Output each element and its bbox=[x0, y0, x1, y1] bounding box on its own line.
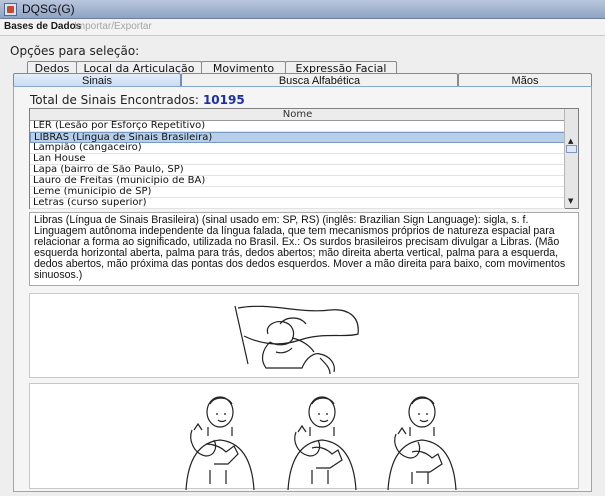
table-row[interactable]: Letras (curso superior) bbox=[30, 198, 565, 209]
window-title: DQSG(G) bbox=[22, 2, 75, 16]
scroll-up-icon[interactable]: ▲ bbox=[568, 137, 573, 145]
sign-illustration bbox=[29, 293, 579, 378]
total-count: 10195 bbox=[202, 93, 245, 107]
table-row[interactable]: Lapa (bairro de São Paulo, SP) bbox=[30, 165, 565, 176]
flag-person-illustration bbox=[234, 305, 359, 375]
table-row[interactable]: Lauro de Freitas (município de BA) bbox=[30, 176, 565, 187]
menu-bases-de-dados[interactable]: Bases de Dados bbox=[4, 21, 81, 32]
menu-importar-exportar[interactable]: Importar/Exportar bbox=[74, 21, 152, 32]
table-row[interactable]: LER (Lesão por Esforço Repetitivo) bbox=[30, 121, 565, 132]
column-header-nome[interactable]: Nome bbox=[30, 109, 565, 121]
sign-movement-illustration bbox=[29, 383, 579, 490]
sign-definition: Libras (Língua de Sinais Brasileira) (si… bbox=[29, 212, 579, 286]
selection-options-label: Opções para seleção: bbox=[10, 44, 140, 58]
three-step-sign-illustration bbox=[185, 396, 457, 490]
table-row[interactable]: Leme (município de SP) bbox=[30, 187, 565, 198]
table-row[interactable]: Lan House bbox=[30, 154, 565, 165]
table-row[interactable]: Lampião (cangaceiro) bbox=[30, 143, 565, 154]
scroll-thumb[interactable] bbox=[566, 145, 577, 153]
total-label: Total de Sinais Encontrados: bbox=[30, 93, 199, 107]
signs-table: Nome LER (Lesão por Esforço Repetitivo) … bbox=[29, 108, 579, 209]
table-rows: LER (Lesão por Esforço Repetitivo) LIBRA… bbox=[30, 121, 565, 209]
total-signs: Total de Sinais Encontrados: 10195 bbox=[30, 93, 245, 107]
title-bar: DQSG(G) bbox=[0, 0, 605, 19]
table-row-selected[interactable]: LIBRAS (Língua de Sinais Brasileira) bbox=[30, 132, 565, 143]
menu-bar: Bases de Dados Importar/Exportar bbox=[0, 19, 605, 36]
app-icon bbox=[4, 3, 17, 16]
table-scrollbar[interactable]: ▲ ▼ bbox=[564, 109, 578, 208]
scroll-down-icon[interactable]: ▼ bbox=[568, 197, 573, 205]
